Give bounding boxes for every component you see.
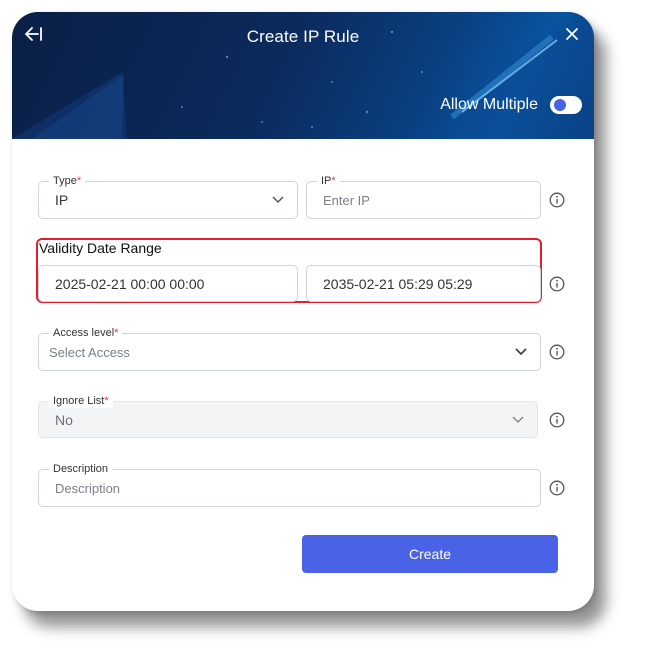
access-level-info-icon[interactable]: [549, 344, 565, 360]
chevron-down-icon: [511, 413, 525, 427]
close-button[interactable]: [563, 25, 581, 43]
modal-title: Create IP Rule: [246, 27, 360, 46]
allow-multiple-toggle[interactable]: [550, 96, 582, 114]
validity-start-date-input[interactable]: 2025-02-21 00:00 00:00: [38, 265, 298, 302]
description-input[interactable]: Description Description: [38, 462, 541, 507]
chevron-down-icon: [271, 193, 285, 207]
ignore-list-value: No: [55, 411, 73, 428]
allow-multiple-control: Allow Multiple: [440, 96, 582, 114]
create-ip-rule-modal: Create IP Rule Allow Multiple Type* IP I…: [12, 12, 594, 611]
create-button[interactable]: Create: [302, 535, 558, 573]
ignore-list-info-icon[interactable]: [549, 412, 565, 428]
close-icon: [566, 28, 578, 40]
modal-header: Create IP Rule Allow Multiple: [12, 12, 594, 139]
chevron-down-icon: [514, 345, 528, 359]
validity-end-value: 2035-02-21 05:29 05:29: [323, 275, 473, 292]
ip-input[interactable]: IP* Enter IP: [306, 174, 541, 219]
type-select[interactable]: Type* IP: [38, 174, 298, 219]
ignore-list-select[interactable]: Ignore List* No: [38, 394, 538, 438]
validity-date-range-label: Validity Date Range: [39, 240, 162, 256]
description-info-icon[interactable]: [549, 480, 565, 496]
ip-info-icon[interactable]: [549, 192, 565, 208]
validity-info-icon[interactable]: [549, 276, 565, 292]
access-level-placeholder: Select Access: [49, 344, 130, 360]
allow-multiple-label: Allow Multiple: [440, 96, 538, 113]
type-value: IP: [55, 192, 69, 208]
ip-placeholder: Enter IP: [323, 192, 370, 208]
validity-start-value: 2025-02-21 00:00 00:00: [55, 275, 205, 292]
description-placeholder: Description: [55, 480, 121, 496]
access-level-select[interactable]: Access level* Select Access: [38, 326, 541, 371]
validity-end-date-input[interactable]: 2035-02-21 05:29 05:29: [306, 265, 541, 302]
toggle-knob: [554, 99, 566, 111]
